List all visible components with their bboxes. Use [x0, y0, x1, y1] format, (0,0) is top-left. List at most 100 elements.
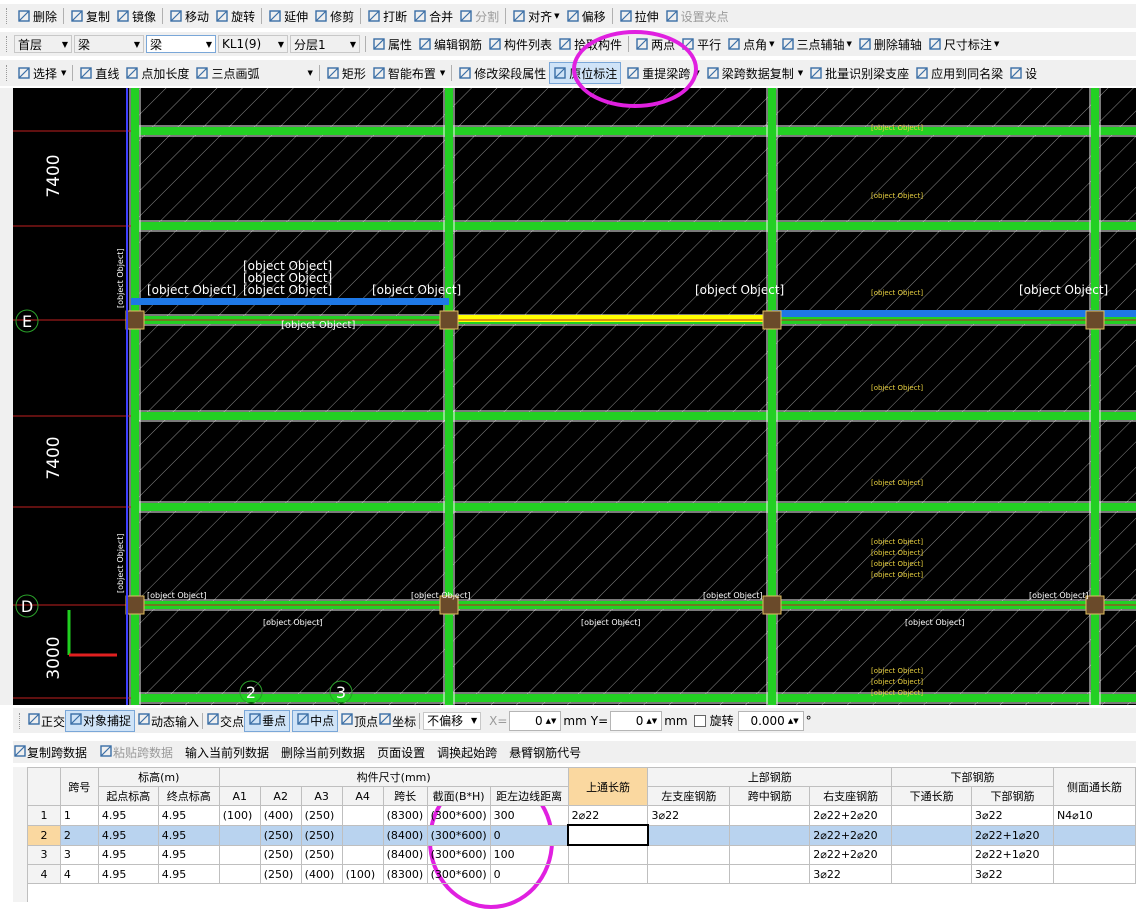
snap-dynamic-input-toggle[interactable]: 动态输入 [137, 712, 199, 730]
table-cell[interactable]: (8400) [382, 824, 428, 846]
beam-annotation-label[interactable]: [object Object] [871, 667, 923, 675]
snap-intersection-toggle[interactable]: 交点 [206, 712, 244, 730]
spinner-icon[interactable]: ▲▼ [546, 717, 557, 725]
toolbar2-component-list-button[interactable]: 构件列表 [485, 34, 555, 54]
floor-select[interactable]: 首层 ▼ [14, 35, 72, 53]
column[interactable] [125, 310, 145, 330]
toolbar3-point-length-button[interactable]: 点加长度 [122, 63, 192, 83]
toolbar1-copy-button[interactable]: 复制 [67, 6, 113, 26]
table-row[interactable]: 1 1 4.95 4.95 (100) (400) (250) (8300) (300*600)… [27, 805, 1136, 826]
column[interactable] [762, 595, 782, 615]
table-cell[interactable] [891, 824, 972, 846]
toolbar3-rectangle-button[interactable]: 矩形 [323, 63, 369, 83]
table-cell[interactable]: 3⌀22 [971, 864, 1054, 884]
toolbar1-mirror-button[interactable]: 镜像 [113, 6, 159, 26]
table-cell[interactable] [647, 844, 731, 865]
toolbar3-apply-same-button[interactable]: 应用到同名梁 [912, 63, 1006, 83]
toolbar3-in-situ-label-button[interactable]: 原位标注 [549, 62, 622, 84]
toolbar2-three-point-axis-button[interactable]: 三点辅轴 ▼ [778, 34, 855, 54]
column[interactable] [125, 595, 145, 615]
table-cell[interactable]: (250) [259, 864, 302, 884]
snap-snap-toggle[interactable]: 对象捕捉 [65, 709, 136, 732]
table-cell[interactable]: (8300) [382, 864, 428, 884]
toolbar1-split-button[interactable]: 分割 [456, 6, 502, 26]
beam-annotation-label[interactable]: [object Object] [263, 618, 323, 627]
toolbar-grip[interactable] [6, 65, 10, 81]
toolbar1-grip-point-button[interactable]: 设置夹点 [662, 6, 732, 26]
toolbar2-point-angle-button[interactable]: 点角 ▼ [724, 34, 777, 54]
table-cell[interactable] [729, 805, 811, 826]
toolbar1-break-button[interactable]: 打断 [364, 6, 410, 26]
table-cell[interactable]: (250) [259, 844, 302, 865]
spinner-icon[interactable]: ▲▼ [646, 717, 657, 725]
table-cell[interactable]: (300*600) [426, 805, 491, 826]
beam-annotation-label[interactable]: [object Object] [871, 571, 923, 579]
table-cell[interactable] [341, 824, 384, 846]
column-header[interactable]: A4 [341, 786, 384, 806]
table-cell[interactable]: 4.95 [157, 824, 220, 846]
column-header[interactable]: 下部钢筋 [971, 786, 1054, 806]
table-cell[interactable]: 3 [59, 844, 99, 865]
table-cell[interactable] [567, 844, 649, 865]
table-cell[interactable]: 4.95 [157, 844, 220, 865]
table-cell[interactable]: (8300) [382, 805, 428, 826]
table-cell[interactable] [729, 844, 811, 865]
toolbar1-offset-button[interactable]: 偏移 [563, 6, 609, 26]
y-input[interactable]: 0 ▲▼ [610, 710, 663, 731]
toolbar3-settings-button[interactable]: 设 [1006, 63, 1040, 83]
toolbar2-pick-component-button[interactable]: 拾取构件 [555, 34, 625, 54]
beam-annotation-label[interactable]: [object Object] [1029, 591, 1089, 600]
toolbar2-edit-rebar-button[interactable]: 编辑钢筋 [415, 34, 485, 54]
table-cell[interactable]: (400) [300, 864, 343, 884]
beam-annotation-label[interactable]: [object Object] [871, 678, 923, 686]
toolbar2-two-point-button[interactable]: 两点 [632, 34, 678, 54]
beam-horizontal[interactable] [131, 412, 1136, 420]
beam-annotation-label[interactable]: [object Object] [1019, 283, 1108, 297]
table-cell[interactable] [729, 824, 811, 846]
spinner-icon[interactable]: ▲▼ [788, 717, 799, 725]
table-cell[interactable] [341, 805, 384, 826]
span-number-header[interactable]: 跨号 [59, 767, 99, 806]
snap-coordinate-toggle[interactable]: 坐标 [378, 712, 416, 730]
table-cell[interactable] [218, 864, 261, 884]
table-cell[interactable] [891, 844, 972, 865]
toolbar3-modify-segment-button[interactable]: 修改梁段属性 [455, 63, 549, 83]
column-header[interactable]: 截面(B*H) [426, 786, 491, 806]
toolbar1-extend-button[interactable]: 延伸 [265, 6, 311, 26]
beam-annotation-label[interactable]: [object Object] [871, 192, 923, 200]
table-row[interactable]: 3 3 4.95 4.95 (250) (250) (8400) (300*600) 100 2⌀… [27, 844, 1136, 865]
table-cell[interactable] [647, 864, 731, 884]
beam-annotation-label[interactable]: [object Object] [871, 538, 923, 546]
table-cell[interactable]: (250) [259, 824, 302, 846]
table-cell[interactable]: 3⌀22 [809, 864, 893, 884]
table-cell[interactable] [891, 864, 972, 884]
beam-kl9-span3[interactable] [772, 310, 1136, 317]
category-select[interactable]: 梁 ▼ [74, 35, 144, 53]
column-header[interactable]: A3 [300, 786, 343, 806]
layer-select[interactable]: 分层1 ▼ [290, 35, 360, 53]
table-row[interactable]: 2 2 4.95 4.95 (250) (250) (8400) (300*600) 0 2⌀22… [27, 824, 1136, 846]
span-tool-button[interactable]: 悬臂钢筋代号 [509, 744, 581, 761]
beam-kl9-span1[interactable] [131, 298, 449, 305]
table-cell[interactable]: N4⌀10 [1052, 805, 1136, 826]
toolbar3-batch-support-button[interactable]: 批量识别梁支座 [806, 63, 912, 83]
toolbar2-properties-button[interactable]: 属性 [369, 34, 415, 54]
beam-annotation-label[interactable]: [object Object] [116, 534, 125, 594]
table-cell[interactable]: (300*600) [426, 844, 491, 865]
table-cell[interactable]: 4.95 [97, 844, 159, 865]
table-cell[interactable] [341, 844, 384, 865]
beam-annotation-label[interactable]: [object Object] [871, 479, 923, 487]
toolbar2-delete-axis-button[interactable]: 删除辅轴 [855, 34, 925, 54]
table-cell[interactable]: 300 [489, 805, 569, 826]
column[interactable] [439, 310, 459, 330]
toolbar3-re-extract-span-button[interactable]: 重提梁跨 ▼ [623, 63, 702, 83]
table-cell[interactable]: (300*600) [426, 864, 491, 884]
table-cell[interactable]: 4.95 [97, 864, 159, 884]
rotate-input[interactable]: 0.000 ▲▼ [737, 710, 804, 731]
snap-perpendicular-toggle[interactable]: 垂点 [244, 709, 291, 732]
table-cell[interactable]: 100 [489, 844, 569, 865]
table-cell[interactable]: 1 [59, 805, 99, 826]
column[interactable] [1085, 595, 1105, 615]
span-tool-button[interactable]: 删除当前列数据 [281, 744, 365, 761]
table-cell[interactable] [1052, 844, 1136, 865]
